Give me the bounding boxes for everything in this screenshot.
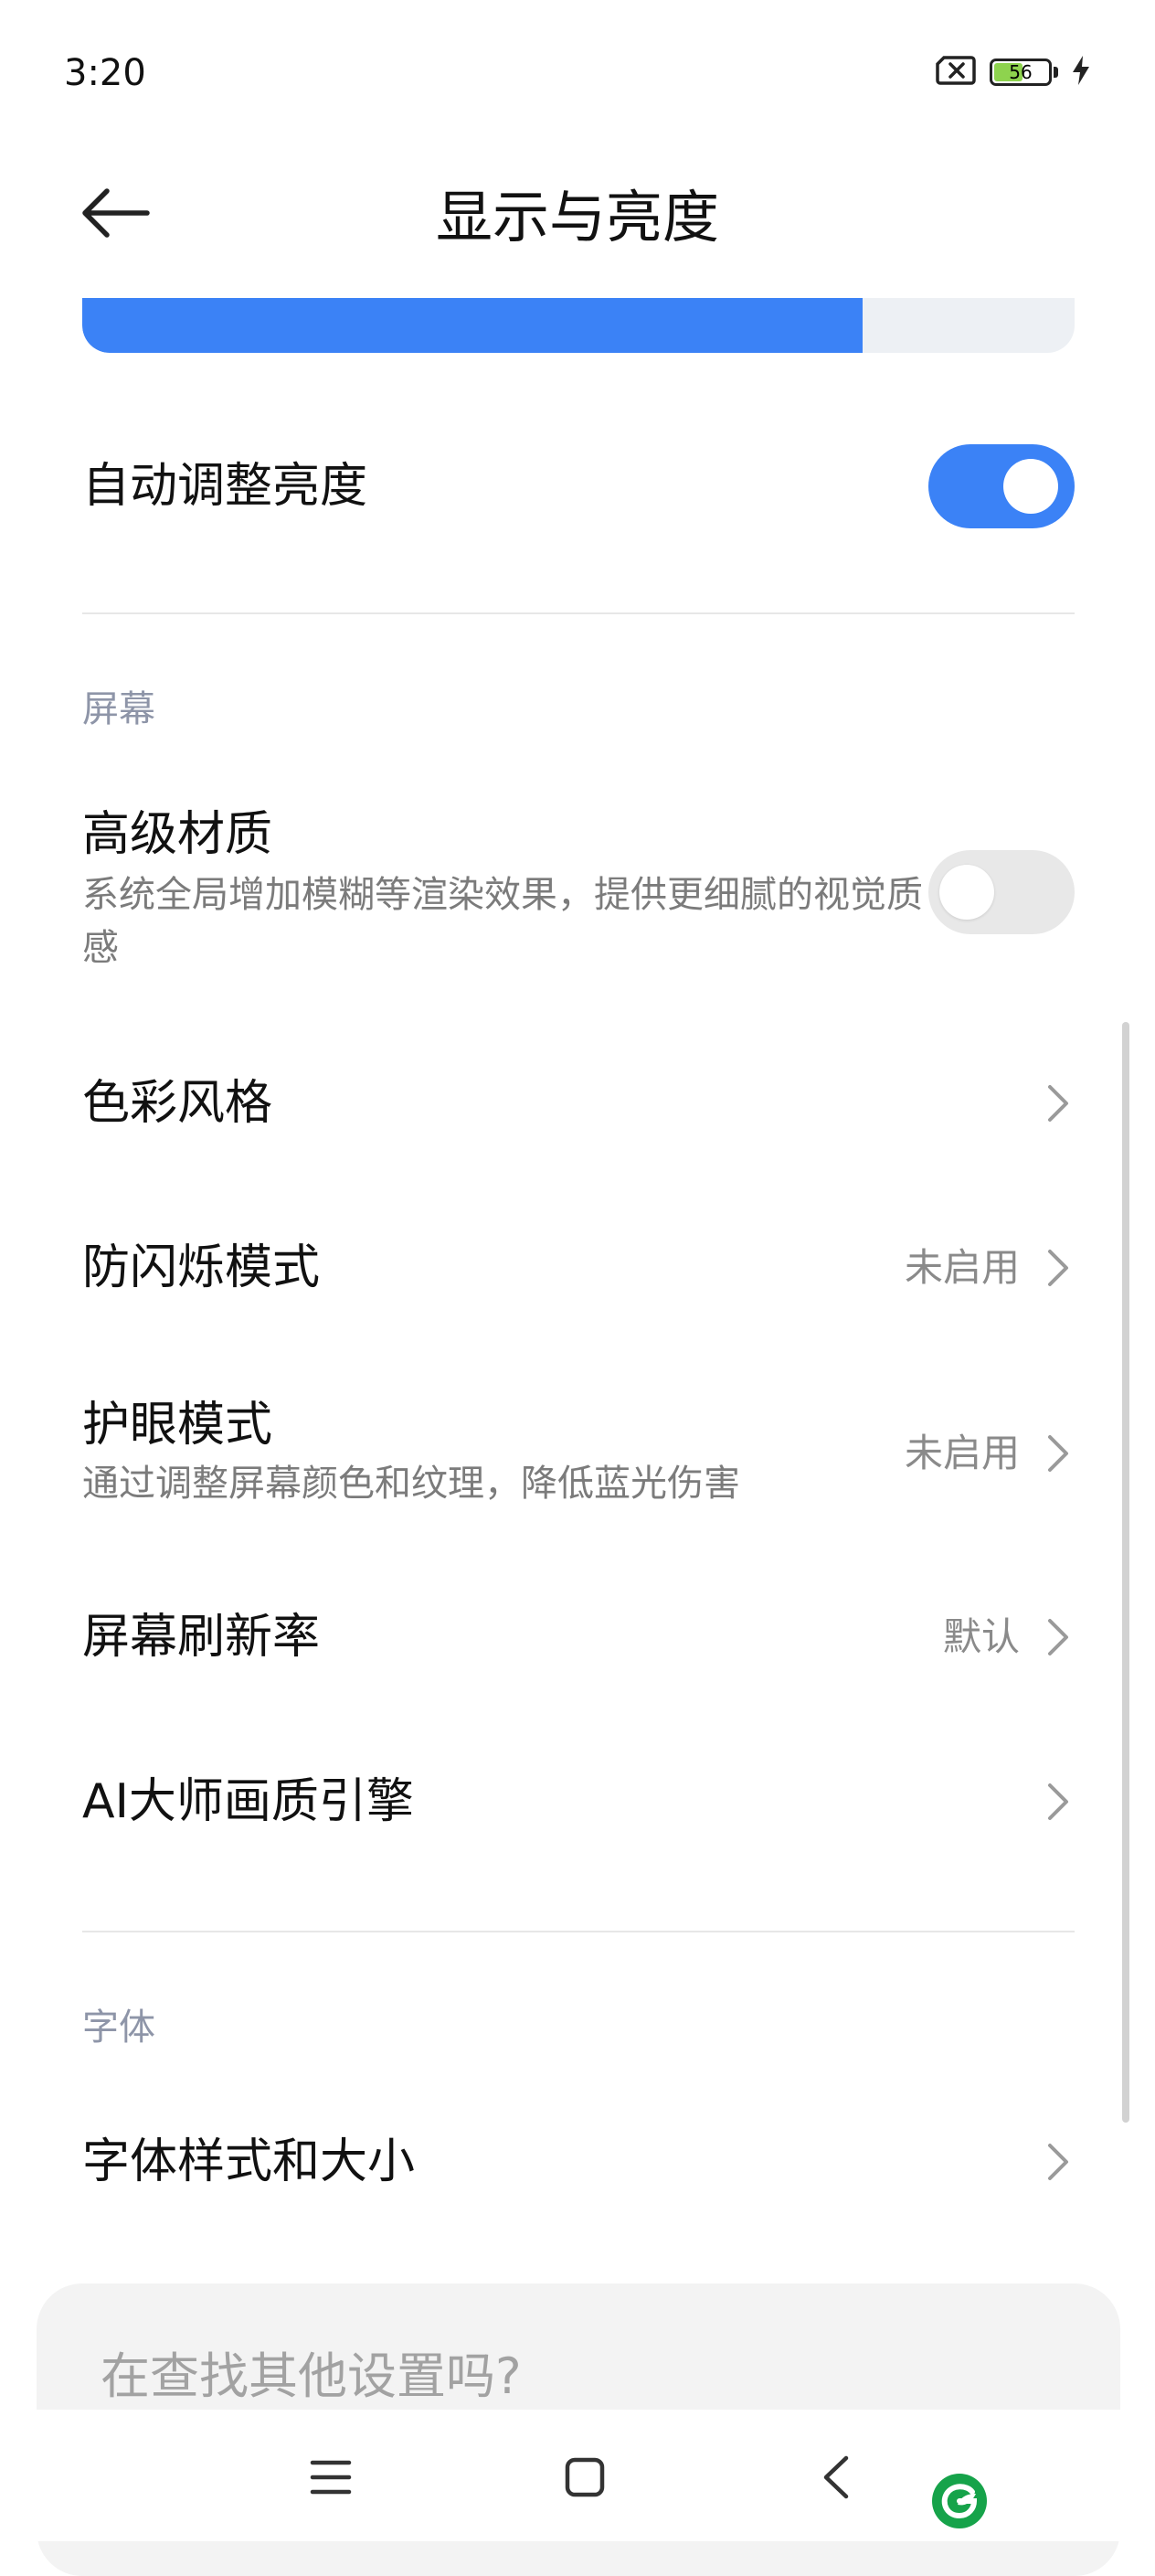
brightness-slider[interactable] — [82, 298, 1075, 353]
eye-care-label: 护眼模式 — [82, 1398, 273, 1453]
refresh-rate-value: 默认 — [942, 1614, 1020, 1659]
advanced-material-description: 系统全局增加模糊等渲染效果，提供更细腻的视觉质感 — [82, 874, 923, 969]
auto-brightness-label: 自动调整亮度 — [82, 459, 368, 514]
advanced-material-row[interactable]: 高级材质 系统全局增加模糊等渲染效果，提供更细腻的视觉质感 — [82, 803, 1075, 976]
color-style-label: 色彩风格 — [82, 1076, 273, 1131]
anti-flicker-row[interactable]: 防闪烁模式 未启用 — [82, 1236, 1075, 1300]
color-style-row[interactable]: 色彩风格 — [82, 1071, 1075, 1135]
app-logo-icon — [930, 2472, 989, 2530]
chevron-right-icon — [1042, 1774, 1075, 1829]
header: 显示与亮度 — [0, 165, 1155, 265]
section-header-screen: 屏幕 — [82, 688, 155, 730]
chevron-right-icon — [1042, 1610, 1075, 1665]
ai-engine-row[interactable]: AI大师画质引擎 — [82, 1770, 1075, 1834]
home-button[interactable] — [548, 2443, 621, 2516]
scrollbar[interactable] — [1122, 1022, 1129, 2123]
battery-cap — [1054, 67, 1058, 78]
advanced-material-toggle[interactable] — [928, 850, 1075, 934]
chevron-right-icon — [1042, 1426, 1075, 1481]
search-suggestion-text: 在查找其他设置吗? — [101, 2347, 522, 2405]
page-title: 显示与亮度 — [435, 184, 719, 250]
toggle-knob — [939, 865, 994, 920]
battery-icon: 56 — [990, 59, 1052, 86]
toggle-knob — [1003, 459, 1058, 514]
divider — [82, 612, 1075, 614]
menu-button[interactable] — [294, 2443, 367, 2516]
battery-level: 56 — [1009, 61, 1033, 83]
status-icons: 56 — [935, 55, 1091, 90]
font-style-row[interactable]: 字体样式和大小 — [82, 2130, 1075, 2194]
home-icon — [564, 2456, 606, 2502]
eye-care-value: 未启用 — [904, 1431, 1020, 1475]
anti-flicker-label: 防闪烁模式 — [82, 1240, 321, 1295]
anti-flicker-value: 未启用 — [904, 1245, 1020, 1290]
charging-icon — [1071, 55, 1091, 90]
eye-care-description: 通过调整屏幕颜色和纹理，降低蓝光伤害 — [82, 1463, 740, 1505]
brightness-fill — [82, 298, 863, 353]
chevron-right-icon — [1042, 2134, 1075, 2189]
eye-care-row[interactable]: 护眼模式 通过调整屏幕颜色和纹理，降低蓝光伤害 未启用 — [82, 1393, 1075, 1517]
auto-brightness-row[interactable]: 自动调整亮度 — [82, 441, 1075, 532]
divider — [82, 1931, 1075, 1932]
advanced-material-label: 高级材质 — [82, 807, 273, 862]
status-time: 3:20 — [64, 52, 146, 94]
section-header-font: 字体 — [82, 2007, 155, 2049]
sim-no-signal-icon — [935, 55, 977, 90]
chevron-right-icon — [1042, 1076, 1075, 1131]
status-bar: 3:20 56 — [0, 0, 1155, 146]
nav-back-button[interactable] — [799, 2443, 872, 2516]
menu-icon — [309, 2457, 353, 2501]
chevron-right-icon — [1042, 1240, 1075, 1295]
refresh-rate-label: 屏幕刷新率 — [82, 1610, 321, 1665]
back-icon — [819, 2454, 852, 2504]
refresh-rate-row[interactable]: 屏幕刷新率 默认 — [82, 1605, 1075, 1669]
auto-brightness-toggle[interactable] — [928, 444, 1075, 528]
ai-engine-label: AI大师画质引擎 — [82, 1774, 414, 1829]
font-style-label: 字体样式和大小 — [82, 2134, 416, 2189]
